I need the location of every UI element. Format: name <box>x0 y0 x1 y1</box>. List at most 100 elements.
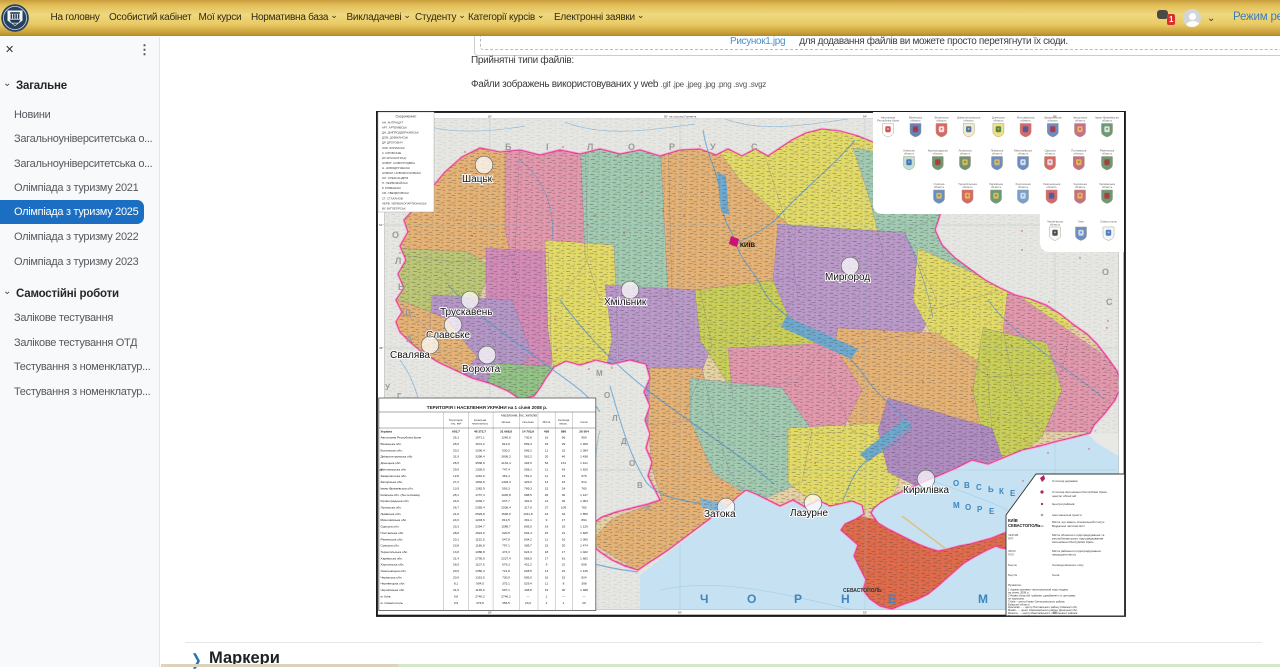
svg-text:38°: 38° <box>1053 115 1058 119</box>
svg-text:14 703,9: 14 703,9 <box>522 429 534 433</box>
svg-text:1045,8: 1045,8 <box>501 493 511 497</box>
svg-text:Примітки:: Примітки: <box>1008 583 1022 587</box>
svg-text:Україна: Україна <box>381 429 393 433</box>
svg-text:29: 29 <box>562 442 566 446</box>
svg-text:Р: Р <box>794 592 802 606</box>
svg-text:28 504: 28 504 <box>579 429 589 433</box>
svg-text:область: область <box>933 151 944 155</box>
svg-text:Миколаївська обл.: Миколаївська обл. <box>381 518 408 522</box>
svg-text:30: 30 <box>562 493 566 497</box>
svg-text:тис. км²: тис. км² <box>451 421 462 425</box>
svg-text:730,0: 730,0 <box>502 575 510 579</box>
svg-text:51°: 51° <box>379 223 384 227</box>
svg-text:Ь: Ь <box>398 282 405 292</box>
svg-text:31,4: 31,4 <box>453 556 459 560</box>
svg-text:область: область <box>1102 185 1113 189</box>
svg-text:28,5: 28,5 <box>453 563 459 567</box>
svg-text:Волинська обл.: Волинська обл. <box>381 448 403 452</box>
svg-text:593,3: 593,3 <box>502 487 510 491</box>
svg-text:Миргород: Миргород <box>825 272 870 283</box>
svg-text:Автономна Республіка Крим: Автономна Республіка Крим <box>381 436 422 440</box>
svg-text:8,1: 8,1 <box>454 582 459 586</box>
svg-text:Запорізька обл.: Запорізька обл. <box>381 480 404 484</box>
svg-text:1548,0: 1548,0 <box>501 512 511 516</box>
svg-text:Ворохта: Ворохта <box>462 364 501 375</box>
svg-text:0,8: 0,8 <box>454 594 459 598</box>
svg-text:26,1: 26,1 <box>453 436 459 440</box>
svg-text:765: 765 <box>581 487 586 491</box>
svg-text:К: К <box>999 487 1004 496</box>
svg-text:міське: міське <box>502 420 511 424</box>
svg-text:1242,6: 1242,6 <box>475 474 485 478</box>
svg-text:О: О <box>604 391 610 400</box>
svg-text:Харківська обл.: Харківська обл. <box>381 556 403 560</box>
svg-text:2394,7: 2394,7 <box>475 525 485 529</box>
svg-text:чисельність: чисельність <box>472 421 489 425</box>
svg-text:9: 9 <box>546 518 548 522</box>
svg-text:Р. РОВЕНЬКИ: Р. РОВЕНЬКИ <box>382 186 401 190</box>
svg-text:2038,4: 2038,4 <box>501 506 511 510</box>
svg-text:747,4: 747,4 <box>502 467 510 471</box>
svg-text:9: 9 <box>546 563 548 567</box>
svg-text:920,5: 920,5 <box>502 531 510 535</box>
svg-text:Села: Села <box>580 420 587 424</box>
svg-text:Н. НОВОДРУЖЕСЬК: Н. НОВОДРУЖЕСЬК <box>382 166 410 170</box>
svg-text:Ч: Ч <box>700 592 708 606</box>
svg-text:область: область <box>936 118 947 122</box>
svg-text:18: 18 <box>545 550 549 554</box>
svg-text:1971,1: 1971,1 <box>475 436 485 440</box>
svg-text:721,8: 721,8 <box>502 569 510 573</box>
svg-text:ЗОР. ЗОРИНСЬК: ЗОР. ЗОРИНСЬК <box>382 146 405 150</box>
svg-text:17: 17 <box>562 550 566 554</box>
svg-text:область: область <box>964 118 975 122</box>
svg-text:область: область <box>910 118 921 122</box>
svg-text:1203,6: 1203,6 <box>475 518 485 522</box>
svg-text:15: 15 <box>545 588 549 592</box>
svg-text:624,3: 624,3 <box>524 550 532 554</box>
svg-text:Л: Л <box>395 256 401 266</box>
svg-text:26,7: 26,7 <box>453 506 459 510</box>
svg-text:1 121: 1 121 <box>580 461 588 465</box>
svg-text:1 127: 1 127 <box>580 493 588 497</box>
svg-text:Донецька обл.: Донецька обл. <box>381 461 402 465</box>
svg-text:Щ: Щ <box>402 308 412 318</box>
svg-text:область: область <box>992 151 1003 155</box>
svg-text:812,9: 812,9 <box>502 442 510 446</box>
svg-text:688,5: 688,5 <box>524 493 532 497</box>
svg-text:697,1: 697,1 <box>502 588 510 592</box>
svg-text:1589,7: 1589,7 <box>501 525 511 529</box>
svg-text:1036,4: 1036,4 <box>475 448 485 452</box>
svg-text:Затока: Затока <box>704 509 736 520</box>
svg-text:1 850: 1 850 <box>580 512 588 516</box>
svg-text:603,7: 603,7 <box>452 429 460 433</box>
svg-text:61: 61 <box>562 556 566 560</box>
svg-text:0,9: 0,9 <box>454 601 459 605</box>
svg-text:м. Севастополь: м. Севастополь <box>381 601 404 605</box>
svg-text:33°: 33° <box>863 611 868 615</box>
svg-text:сільське: сільське <box>522 420 534 424</box>
svg-text:М: М <box>596 369 603 378</box>
svg-text:2529,8: 2529,8 <box>475 512 485 516</box>
svg-text:16: 16 <box>562 537 566 541</box>
svg-text:закордонні міста: закордонні міста <box>1052 552 1076 556</box>
svg-text:О: О <box>392 230 399 240</box>
svg-text:область: область <box>962 185 973 189</box>
svg-text:область: область <box>1020 118 1031 122</box>
svg-text:Р: Р <box>669 142 675 152</box>
svg-text:28,8: 28,8 <box>453 531 459 535</box>
svg-text:562,2: 562,2 <box>524 455 532 459</box>
svg-text:15: 15 <box>545 544 549 548</box>
svg-text:19: 19 <box>545 525 549 529</box>
svg-text:429,6: 429,6 <box>524 480 532 484</box>
svg-text:Н: Н <box>841 592 850 606</box>
svg-text:область: область <box>1018 151 1029 155</box>
svg-text:область: область <box>1102 118 1113 122</box>
svg-text:1152,0: 1152,0 <box>475 537 485 541</box>
svg-text:міськ.: міськ. <box>560 421 568 425</box>
svg-text:31,9: 31,9 <box>453 455 459 459</box>
svg-text:26,5: 26,5 <box>453 442 459 446</box>
svg-text:20,1: 20,1 <box>453 537 459 541</box>
svg-text:ЯЛТ.: ЯЛТ. <box>1008 536 1014 540</box>
svg-text:область: область <box>991 185 1002 189</box>
svg-text:Хмельницька обл.: Хмельницька обл. <box>381 569 407 573</box>
